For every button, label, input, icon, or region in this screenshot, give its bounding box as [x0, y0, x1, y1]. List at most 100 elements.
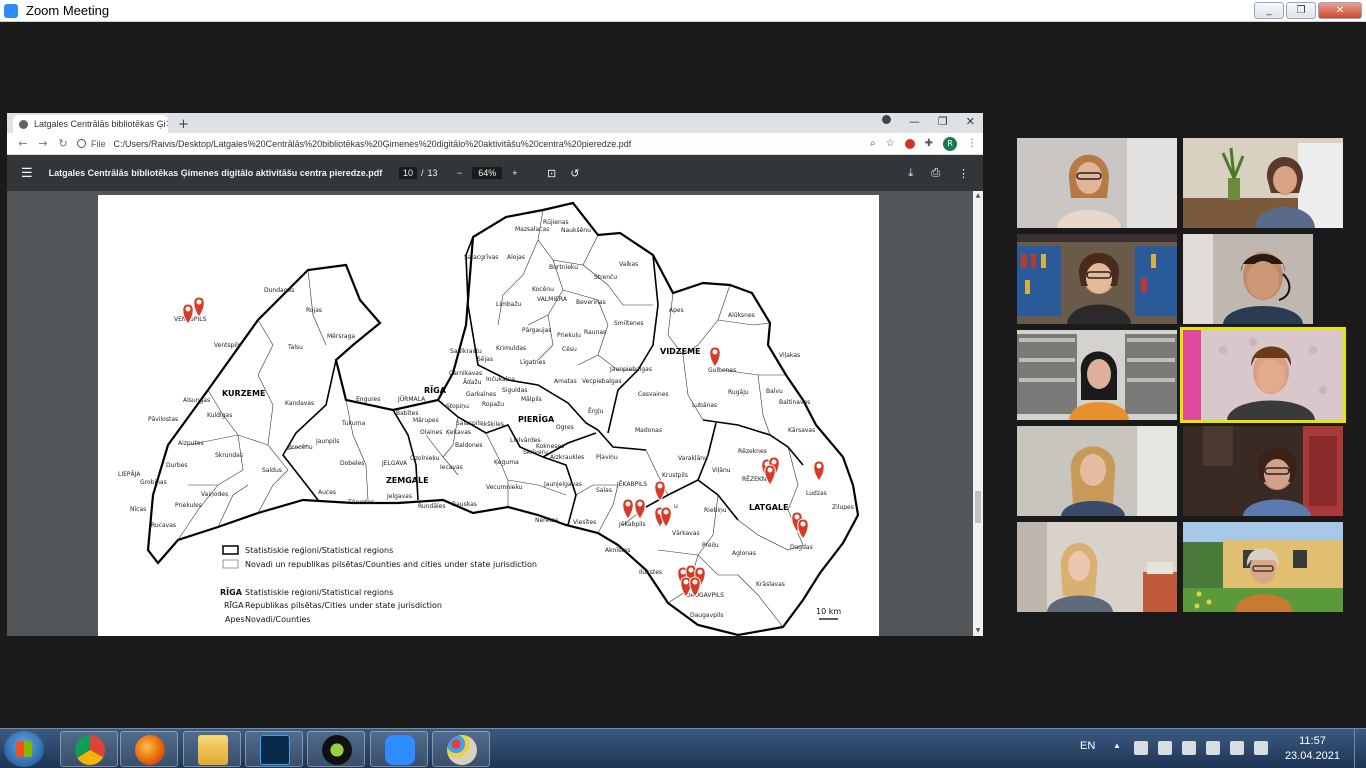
menu-hamburger-icon[interactable]: ☰ — [21, 165, 33, 181]
volume-icon[interactable] — [1254, 741, 1268, 755]
county-label: Dundagas — [264, 287, 294, 294]
print-icon[interactable]: ⎙ — [931, 167, 940, 180]
scroll-down-arrow-icon[interactable]: ▼ — [973, 626, 983, 636]
participant-video[interactable] — [1017, 138, 1177, 228]
info-icon[interactable] — [77, 139, 86, 148]
action-center-icon[interactable] — [1134, 741, 1148, 755]
county-label: Rēzeknes — [738, 448, 767, 455]
county-label: Saldus — [262, 467, 282, 474]
participant-video[interactable] — [1183, 138, 1343, 228]
profile-avatar[interactable]: R — [943, 136, 957, 151]
zoom-app-icon — [385, 735, 415, 765]
county-label: Kocēnu — [532, 286, 554, 293]
zoom-out-button[interactable]: − — [457, 168, 462, 178]
page-separator: / — [421, 168, 424, 178]
zoom-logo-icon — [4, 3, 18, 18]
county-label: JELGAVA — [381, 460, 408, 467]
browser-minimize-button[interactable]: — — [909, 115, 920, 128]
county-label: Ogres — [556, 424, 574, 431]
record-indicator-icon — [881, 115, 891, 124]
county-label: Cesvaines — [638, 391, 669, 398]
participant-video[interactable] — [1017, 234, 1177, 324]
county-label: Nīcas — [130, 506, 146, 513]
county-label: Alsungas — [183, 397, 210, 404]
participant-1-avatar — [1017, 138, 1177, 228]
reload-icon[interactable]: ↻ — [53, 137, 73, 150]
county-label: Balvu — [766, 388, 783, 395]
browser-maximize-button[interactable]: ❐ — [938, 115, 948, 128]
legend-region-swatch — [222, 545, 239, 555]
legend-region-names: Statistiskie reģioni/Statistical regions — [245, 588, 393, 597]
taskbar-explorer[interactable] — [183, 731, 241, 767]
participant-video[interactable] — [1183, 522, 1343, 612]
map-pin — [193, 296, 205, 318]
browser-tab[interactable]: Latgales Centrālās bibliotēkas Ģi ✕ — [13, 115, 168, 133]
download-icon[interactable]: ⤓ — [908, 167, 913, 180]
map-pin — [813, 460, 825, 482]
taskbar-photoshop[interactable] — [245, 731, 303, 767]
pdf-scrollbar[interactable]: ▲ ▼ — [973, 191, 983, 636]
taskbar-inkscape[interactable] — [307, 731, 365, 767]
participant-video[interactable] — [1017, 522, 1177, 612]
pdf-toolbar: ☰ Latgales Centrālās bibliotēkas Ģimenes… — [7, 155, 983, 191]
url-scheme: File — [91, 138, 106, 149]
network-icon[interactable] — [1206, 741, 1220, 755]
county-label: Siguldas — [502, 387, 527, 394]
taskbar-paint[interactable] — [432, 731, 490, 767]
taskbar-clock[interactable]: 11:57 23.04.2021 — [1285, 734, 1340, 764]
participant-4-avatar — [1183, 234, 1343, 324]
show-desktop-button[interactable] — [1354, 729, 1366, 768]
county-label: VALMIERA — [537, 296, 568, 303]
taskbar-firefox[interactable] — [120, 731, 178, 767]
extension-opera-icon[interactable] — [904, 138, 915, 149]
tab-close-icon[interactable]: ✕ — [166, 119, 168, 130]
county-label: Lubānas — [692, 402, 717, 409]
speaker-icon[interactable] — [1230, 741, 1244, 755]
taskbar-chrome[interactable] — [60, 731, 118, 767]
new-tab-button[interactable]: + — [178, 117, 189, 132]
url-text: C:/Users/Raivis/Desktop/Latgales%20Centr… — [113, 138, 632, 149]
extensions-puzzle-icon[interactable]: ✚ — [925, 138, 933, 149]
show-hidden-icons-icon[interactable]: ▲ — [1113, 741, 1121, 750]
fit-to-page-icon[interactable]: ⊡ — [547, 167, 556, 180]
browser-close-button[interactable]: ✕ — [966, 115, 975, 128]
zoom-close-button[interactable]: ✕ — [1318, 2, 1362, 19]
participant-video[interactable] — [1183, 234, 1343, 324]
county-label: Ādažu — [463, 379, 482, 386]
scroll-thumb[interactable] — [975, 491, 981, 523]
county-label: Ķekavas — [446, 429, 471, 436]
county-label: Burtnieku — [549, 264, 578, 271]
forward-arrow-icon[interactable]: → — [33, 137, 53, 150]
zoom-level-input[interactable]: 64% — [472, 167, 503, 179]
zoom-restore-button[interactable]: ❐ — [1286, 2, 1316, 19]
url-input[interactable]: File C:/Users/Raivis/Desktop/Latgales%20… — [73, 136, 870, 152]
participant-10-avatar — [1183, 522, 1343, 612]
browser-menu-icon[interactable]: ⋮ — [967, 138, 977, 149]
participant-video[interactable] — [1017, 330, 1177, 420]
zoom-titlebar: Zoom Meeting _ ❐ ✕ — [0, 0, 1366, 22]
participant-video[interactable] — [1183, 426, 1343, 516]
county-label: Mārupes — [413, 417, 439, 424]
county-label: Krāslavas — [756, 581, 785, 588]
rotate-icon[interactable]: ↺ — [570, 167, 579, 180]
zoom-minimize-button[interactable]: _ — [1254, 2, 1284, 19]
taskbar-zoom[interactable] — [370, 731, 428, 767]
map-pin — [709, 346, 721, 368]
usb-icon[interactable] — [1182, 741, 1196, 755]
scroll-up-arrow-icon[interactable]: ▲ — [973, 191, 983, 201]
bookmark-star-icon[interactable]: ☆ — [886, 138, 895, 149]
language-indicator[interactable]: EN — [1080, 740, 1095, 752]
start-button[interactable] — [4, 731, 44, 767]
county-label: Durbes — [166, 462, 188, 469]
participant-video[interactable] — [1017, 426, 1177, 516]
display-icon[interactable] — [1158, 741, 1172, 755]
page-number-input[interactable]: 10 — [399, 167, 418, 179]
county-label: Jelgavas — [386, 493, 412, 500]
zoom-search-icon[interactable]: ⌕ — [870, 138, 876, 149]
zoom-in-button[interactable]: + — [512, 168, 517, 178]
county-label: Ozolnieku — [410, 455, 440, 462]
more-options-icon[interactable]: ⋮ — [958, 167, 969, 180]
back-arrow-icon[interactable]: ← — [13, 137, 33, 150]
participant-video-active-speaker[interactable] — [1180, 327, 1346, 423]
tab-title: Latgales Centrālās bibliotēkas Ģi — [34, 119, 166, 129]
